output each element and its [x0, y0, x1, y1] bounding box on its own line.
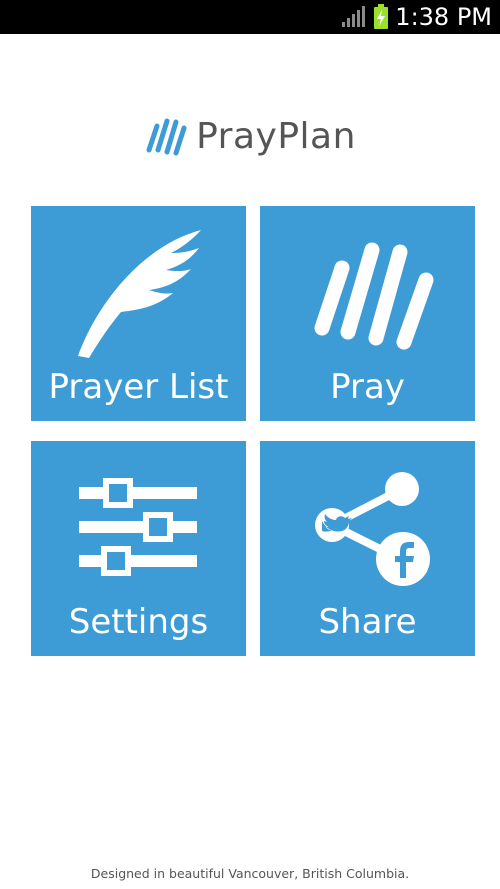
hand-lines-icon	[146, 118, 187, 156]
share-tile[interactable]: Share	[260, 441, 475, 656]
signal-bars-icon	[342, 6, 366, 27]
status-bar: 1:38 PM	[0, 0, 500, 34]
prayer-list-tile[interactable]: Prayer List	[31, 206, 246, 421]
battery-charging-icon	[374, 4, 389, 29]
app-title: PrayPlan	[196, 115, 356, 157]
status-indicators: 1:38 PM	[341, 0, 492, 34]
footer-credit: Designed in beautiful Vancouver, British…	[90, 866, 410, 881]
pray-label: Pray	[330, 367, 405, 407]
pray-tile[interactable]: Pray	[260, 206, 475, 421]
app-logo: PrayPlan	[0, 112, 500, 160]
share-label: Share	[318, 602, 417, 642]
prayer-list-label: Prayer List	[48, 367, 229, 407]
settings-label: Settings	[68, 602, 209, 642]
settings-tile[interactable]: Settings	[31, 441, 246, 656]
status-time: 1:38 PM	[395, 3, 492, 31]
